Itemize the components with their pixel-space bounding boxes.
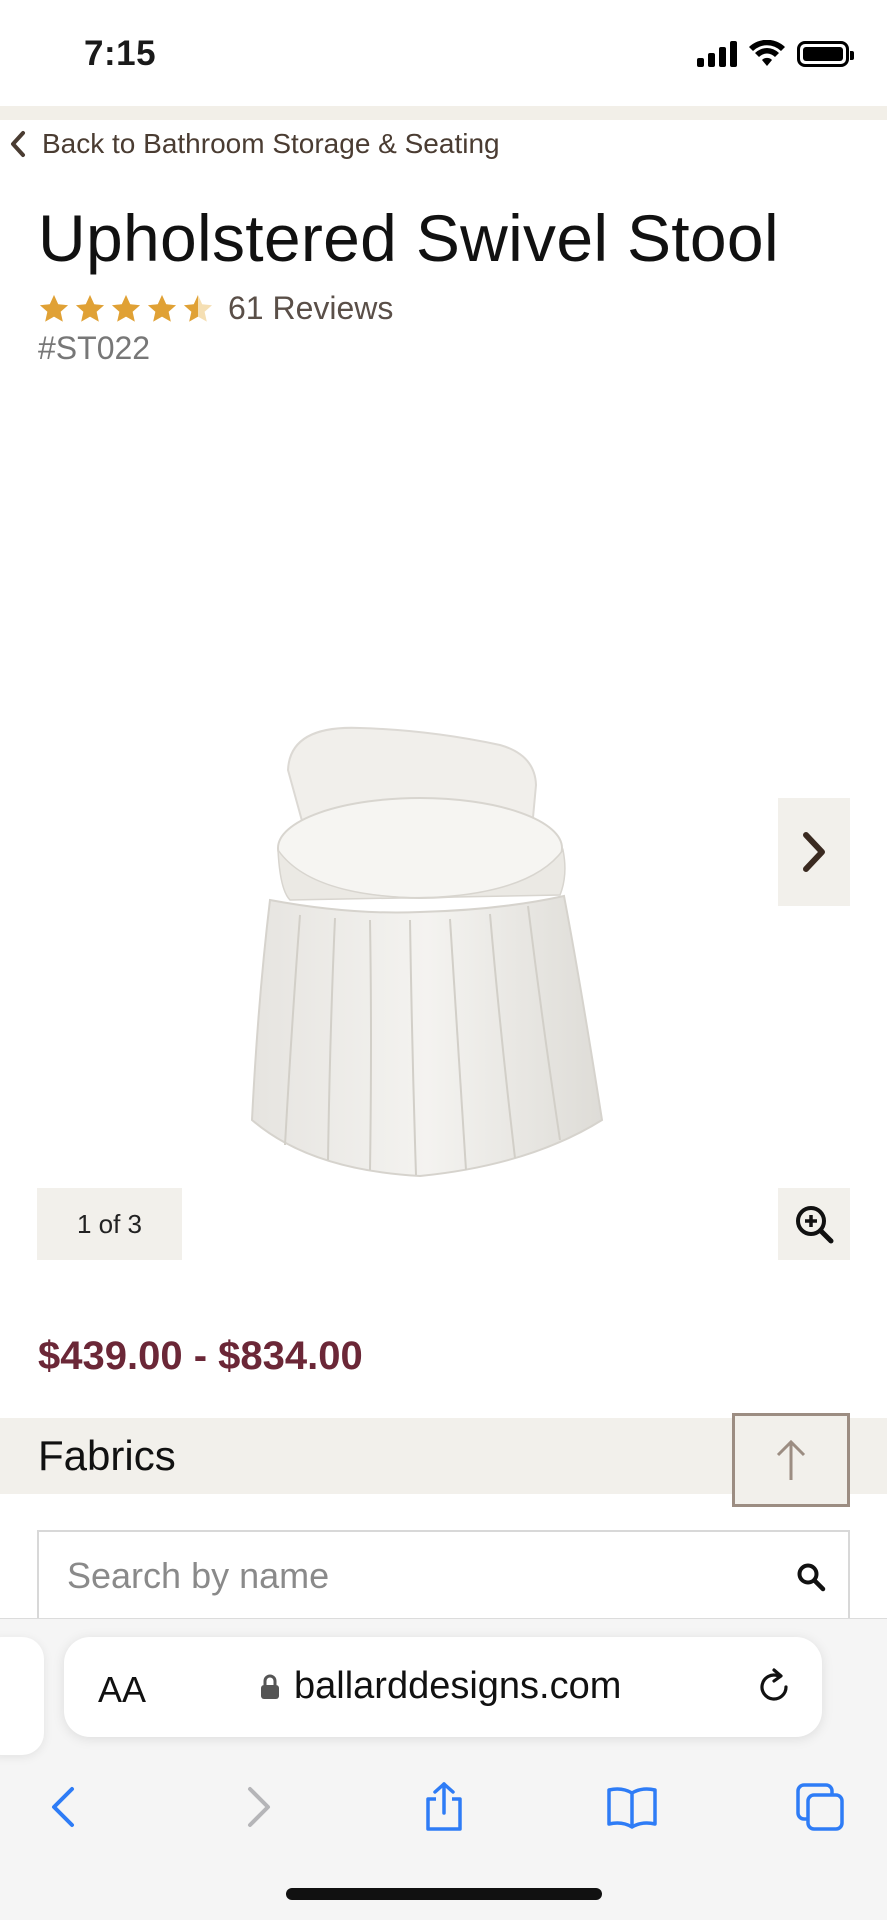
product-sku: #ST022 <box>38 330 151 366</box>
status-icons <box>697 40 854 68</box>
forward-arrow-icon <box>248 1787 270 1827</box>
status-bar: 7:15 <box>0 0 887 106</box>
reviews-link[interactable]: 61 Reviews <box>228 290 393 327</box>
chevron-right-icon <box>803 832 825 872</box>
browser-forward-button[interactable] <box>226 1777 286 1837</box>
image-counter: 1 of 3 <box>37 1188 182 1260</box>
star-icon <box>112 294 140 322</box>
wifi-icon <box>749 40 785 66</box>
product-title: Upholstered Swivel Stool <box>38 201 779 275</box>
search-icon[interactable] <box>796 1562 826 1592</box>
fabrics-label: Fabrics <box>38 1432 176 1479</box>
bookmarks-icon <box>607 1787 657 1829</box>
next-image-button[interactable] <box>778 798 850 906</box>
star-icon <box>76 294 104 322</box>
star-icon <box>40 294 68 322</box>
share-icon <box>426 1782 462 1831</box>
browser-back-button[interactable] <box>36 1777 96 1837</box>
status-time: 7:15 <box>84 34 157 73</box>
star-icon <box>148 294 176 322</box>
tabs-button[interactable] <box>790 1777 850 1837</box>
browser-chrome: AA ballarddesigns.com <box>0 1618 887 1920</box>
cellular-signal-icon <box>697 41 737 67</box>
url-domain: ballarddesigns.com <box>294 1665 622 1707</box>
chevron-left-icon <box>11 131 25 157</box>
zoom-button[interactable] <box>778 1188 850 1260</box>
zoom-in-icon <box>796 1206 834 1244</box>
back-arrow-icon <box>52 1787 74 1827</box>
text-size-button[interactable]: AA <box>98 1669 146 1711</box>
reload-icon[interactable] <box>754 1667 794 1707</box>
lock-icon <box>261 1674 279 1699</box>
back-link-label: Back to Bathroom Storage & Seating <box>42 128 500 159</box>
text-size-label: AA <box>98 1669 147 1710</box>
star-icon <box>184 294 212 322</box>
previous-tab-preview[interactable] <box>0 1637 44 1755</box>
address-bar[interactable]: AA ballarddesigns.com <box>64 1637 822 1737</box>
fabric-search-input[interactable] <box>67 1555 767 1597</box>
url-display[interactable]: ballarddesigns.com <box>260 1665 621 1708</box>
browser-toolbar <box>0 1757 887 1857</box>
product-image[interactable] <box>230 700 670 1190</box>
battery-icon <box>797 41 854 67</box>
bookmarks-button[interactable] <box>602 1777 662 1837</box>
header-strip <box>0 106 887 120</box>
fabric-search-box <box>37 1530 850 1620</box>
arrow-up-icon <box>776 1439 806 1480</box>
rating-row[interactable]: 61 Reviews <box>38 290 393 327</box>
scroll-to-top-button[interactable] <box>732 1413 850 1507</box>
price-range: $439.00 - $834.00 <box>38 1334 363 1378</box>
home-indicator <box>286 1888 602 1900</box>
star-rating <box>38 293 214 325</box>
tabs-icon <box>796 1783 844 1831</box>
share-button[interactable] <box>414 1777 474 1837</box>
back-to-category-link[interactable]: Back to Bathroom Storage & Seating <box>8 128 500 160</box>
